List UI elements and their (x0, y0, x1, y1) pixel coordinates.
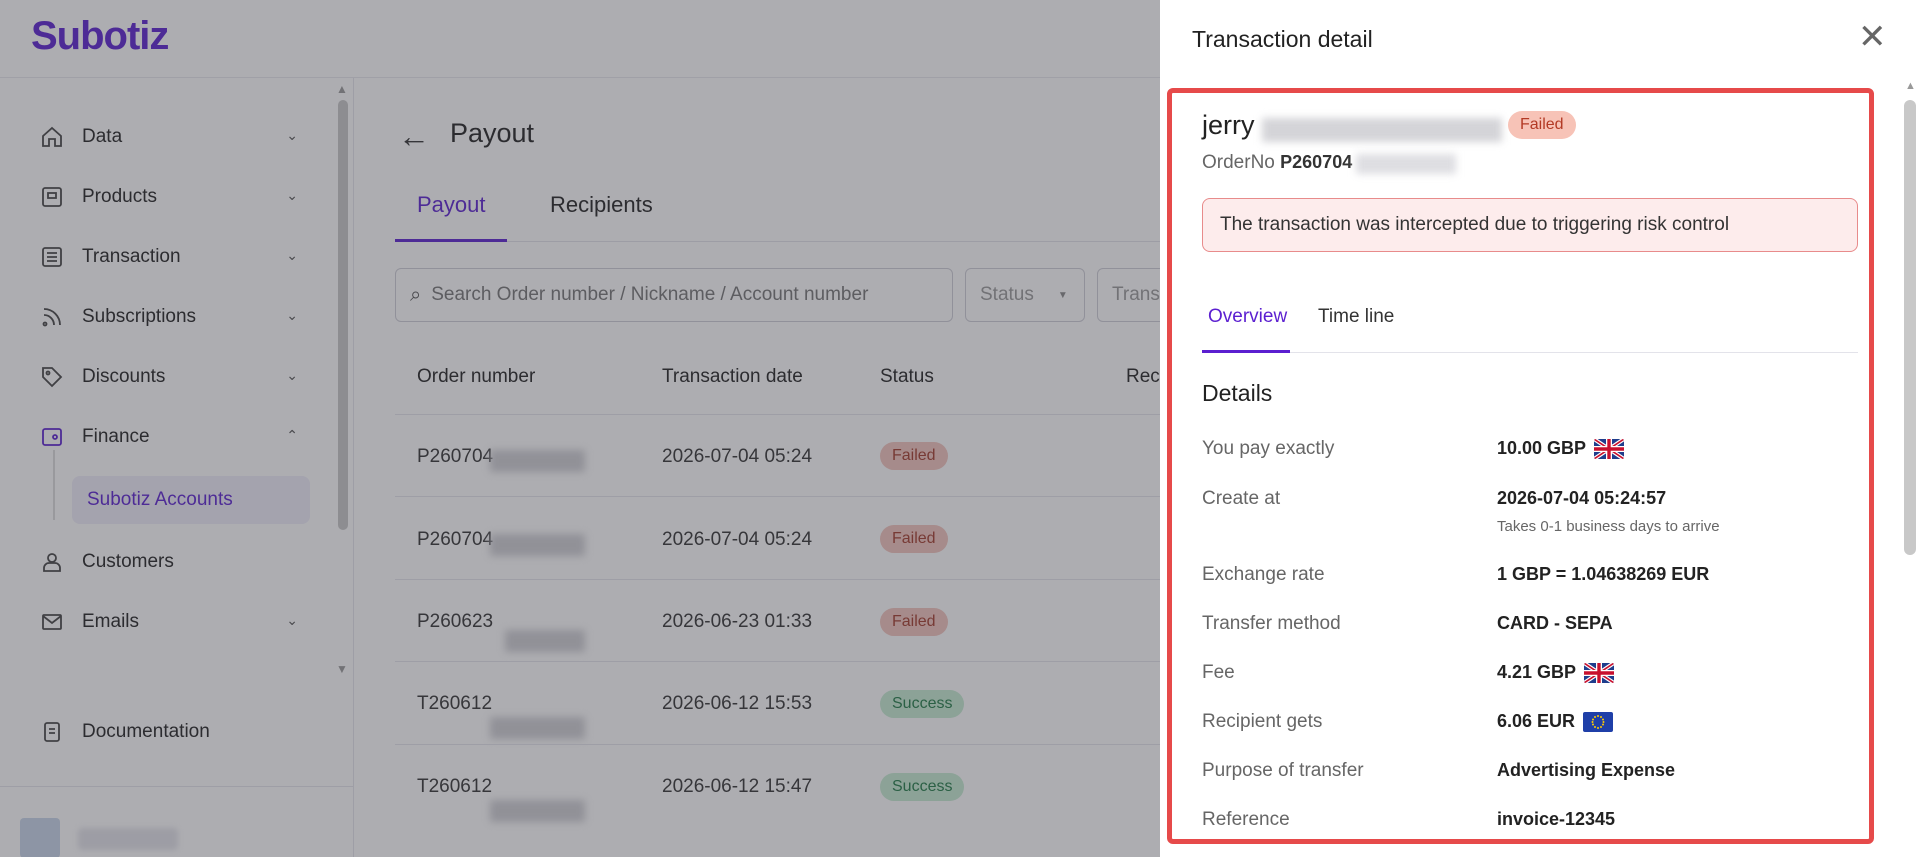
panel-scrollbar[interactable] (1904, 100, 1916, 555)
app-root: Subotiz Data ⌄ Products ⌄ Transaction ⌄ … (0, 0, 1920, 857)
scroll-up-arrow[interactable]: ▲ (1905, 80, 1916, 92)
modal-backdrop[interactable] (0, 0, 1160, 857)
panel-title: Transaction detail (1192, 26, 1373, 52)
close-icon[interactable]: ✕ (1858, 20, 1887, 54)
highlight-box (1167, 88, 1874, 844)
